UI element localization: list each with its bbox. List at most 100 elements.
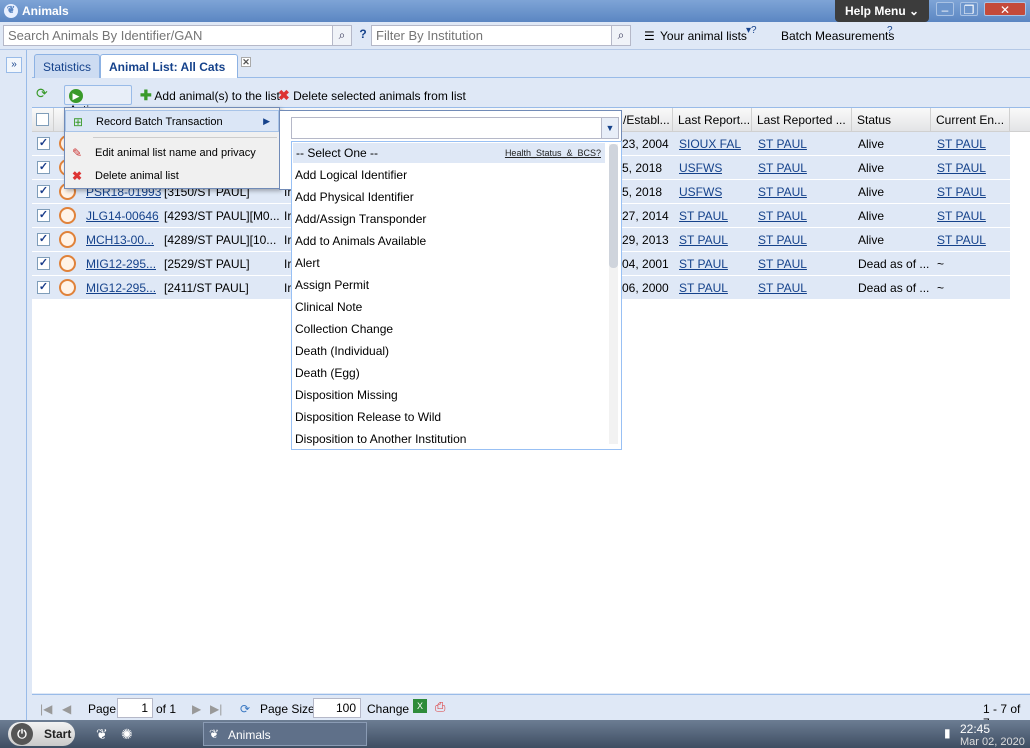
row-checkbox[interactable]: ✓ bbox=[37, 185, 50, 198]
cell-last-reported[interactable]: ST PAUL bbox=[758, 209, 807, 223]
row-checkbox[interactable]: ✓ bbox=[37, 281, 50, 294]
edit-icon: ✎ bbox=[72, 146, 83, 160]
list-item[interactable]: Add Physical Identifier bbox=[295, 190, 414, 204]
cell-status: Dead as of ... bbox=[858, 281, 930, 295]
your-lists-help-icon[interactable]: ▾? bbox=[746, 25, 757, 36]
row-checkbox[interactable]: ✓ bbox=[37, 233, 50, 246]
column-header-established[interactable]: /Establ... bbox=[618, 108, 673, 132]
cell-identifier[interactable]: MIG12-295... bbox=[86, 257, 156, 271]
pdf-export-icon[interactable]: ⎙ bbox=[435, 699, 445, 715]
menu-item-edit-list[interactable]: ✎ Edit animal list name and privacy bbox=[65, 142, 279, 164]
cell-identifier[interactable]: JLG14-00646 bbox=[86, 209, 159, 223]
cell-identifier[interactable]: MIG12-295... bbox=[86, 281, 156, 295]
change-page-size-button[interactable]: Change bbox=[367, 702, 409, 716]
cell-last-reported[interactable]: ST PAUL bbox=[758, 233, 807, 247]
list-item[interactable]: Add/Assign Transponder bbox=[295, 212, 426, 226]
batch-measurements-button[interactable]: Batch Measurements bbox=[781, 29, 894, 43]
select-all-checkbox[interactable] bbox=[36, 113, 49, 126]
actions-button[interactable]: ▶ Actions▾ bbox=[64, 85, 132, 117]
row-checkbox[interactable]: ✓ bbox=[37, 161, 50, 174]
next-page-icon[interactable]: ▶ bbox=[192, 702, 201, 716]
tab-close-icon[interactable]: ✕ bbox=[241, 57, 251, 67]
refresh-icon[interactable]: ⟳ bbox=[36, 85, 48, 105]
help-menu-button[interactable]: Help Menu ⌄ bbox=[835, 0, 929, 22]
cell-identifier[interactable]: MCH13-00... bbox=[86, 233, 154, 247]
cell-date: 06, 2000 bbox=[622, 281, 669, 295]
cell-current[interactable]: ST PAUL bbox=[937, 209, 986, 223]
page-number-input[interactable] bbox=[117, 698, 153, 718]
row-checkbox[interactable]: ✓ bbox=[37, 209, 50, 222]
taskbar-item-animals[interactable]: ❦ Animals bbox=[203, 722, 367, 746]
list-item[interactable]: Disposition to Another Institution bbox=[295, 432, 466, 446]
cell-current[interactable]: ST PAUL bbox=[937, 185, 986, 199]
expand-panel-icon[interactable]: » bbox=[6, 57, 22, 73]
start-button[interactable]: ⏻ Start bbox=[8, 722, 75, 746]
health-status-bcs-link[interactable]: Health_Status_&_BCS? bbox=[505, 148, 601, 158]
column-header-current[interactable]: Current En... bbox=[931, 108, 1010, 132]
excel-export-icon[interactable]: X bbox=[413, 699, 427, 713]
cell-current[interactable]: ST PAUL bbox=[937, 161, 986, 175]
cell-last-report[interactable]: ST PAUL bbox=[679, 257, 728, 271]
add-animals-label: Add animal(s) to the list bbox=[154, 89, 280, 103]
list-scrollbar[interactable] bbox=[609, 144, 618, 444]
app-logo-icon[interactable]: ❦ bbox=[96, 726, 108, 743]
tab-statistics[interactable]: Statistics bbox=[34, 54, 101, 78]
page-size-input[interactable] bbox=[313, 698, 361, 718]
last-page-icon[interactable]: ▶| bbox=[210, 702, 222, 716]
cell-last-report[interactable]: ST PAUL bbox=[679, 281, 728, 295]
help-icon[interactable]: ? bbox=[353, 25, 373, 46]
cell-last-reported[interactable]: ST PAUL bbox=[758, 161, 807, 175]
cell-last-reported[interactable]: ST PAUL bbox=[758, 185, 807, 199]
delete-animals-button[interactable]: ✖ Delete selected animals from list bbox=[274, 85, 470, 105]
chevron-down-icon[interactable]: ▼ bbox=[601, 118, 618, 138]
cell-last-report[interactable]: ST PAUL bbox=[679, 209, 728, 223]
search-icon[interactable]: ⌕ bbox=[332, 25, 352, 46]
filter-search-icon[interactable]: ⌕ bbox=[611, 25, 631, 46]
globe-icon[interactable]: ✺ bbox=[121, 726, 133, 743]
cell-last-report[interactable]: USFWS bbox=[679, 185, 722, 199]
cell-last-reported[interactable]: ST PAUL bbox=[758, 137, 807, 151]
animal-search-input[interactable] bbox=[3, 25, 333, 46]
batch-help-icon[interactable]: ? bbox=[887, 25, 893, 36]
row-checkbox[interactable]: ✓ bbox=[37, 257, 50, 270]
tray-icon[interactable]: ▮ bbox=[944, 726, 951, 740]
transaction-type-combobox[interactable]: ▼ bbox=[291, 117, 619, 139]
list-item[interactable]: Death (Individual) bbox=[295, 344, 389, 358]
cell-current[interactable]: ST PAUL bbox=[937, 233, 986, 247]
list-item[interactable]: Disposition Missing bbox=[295, 388, 398, 402]
first-page-icon[interactable]: |◀ bbox=[40, 702, 52, 716]
list-item-select-one[interactable]: -- Select One -- Health_Status_&_BCS? bbox=[293, 143, 605, 163]
menu-item-edit-list-label: Edit animal list name and privacy bbox=[95, 147, 256, 159]
column-header-last-report[interactable]: Last Report... bbox=[673, 108, 752, 132]
maximize-button[interactable]: ❐ bbox=[960, 2, 978, 17]
menu-item-record-batch[interactable]: ⊞ Record Batch Transaction ▶ bbox=[65, 110, 279, 132]
cell-last-reported[interactable]: ST PAUL bbox=[758, 281, 807, 295]
cell-last-reported[interactable]: ST PAUL bbox=[758, 257, 807, 271]
tab-animal-list[interactable]: Animal List: All Cats ✕ bbox=[100, 54, 251, 78]
list-item[interactable]: Alert bbox=[295, 256, 320, 270]
add-animals-button[interactable]: ✚ Add animal(s) to the list bbox=[136, 85, 284, 105]
select-all-header[interactable] bbox=[32, 108, 54, 132]
institution-filter-input[interactable] bbox=[371, 25, 612, 46]
list-item[interactable]: Add to Animals Available bbox=[295, 234, 426, 248]
close-button[interactable]: ✕ bbox=[984, 2, 1026, 17]
list-item[interactable]: Death (Egg) bbox=[295, 366, 360, 380]
column-header-status[interactable]: Status bbox=[852, 108, 931, 132]
scrollbar-thumb[interactable] bbox=[609, 144, 618, 268]
list-item[interactable]: Assign Permit bbox=[295, 278, 369, 292]
cell-last-report[interactable]: USFWS bbox=[679, 161, 722, 175]
cell-current[interactable]: ST PAUL bbox=[937, 137, 986, 151]
cell-last-report[interactable]: ST PAUL bbox=[679, 233, 728, 247]
minimize-button[interactable]: – bbox=[936, 2, 954, 17]
refresh-icon[interactable]: ⟳ bbox=[240, 702, 250, 716]
list-item[interactable]: Collection Change bbox=[295, 322, 393, 336]
your-lists-menu[interactable]: Your animal lists bbox=[660, 29, 747, 43]
column-header-last-reported[interactable]: Last Reported ... bbox=[752, 108, 852, 132]
menu-item-delete-list[interactable]: ✖ Delete animal list bbox=[65, 165, 279, 187]
list-item[interactable]: Add Logical Identifier bbox=[295, 168, 407, 182]
cell-last-report[interactable]: SIOUX FAL bbox=[679, 137, 741, 151]
row-checkbox[interactable]: ✓ bbox=[37, 137, 50, 150]
list-item[interactable]: Clinical Note bbox=[295, 300, 362, 314]
prev-page-icon[interactable]: ◀ bbox=[62, 702, 71, 716]
list-item[interactable]: Disposition Release to Wild bbox=[295, 410, 441, 424]
